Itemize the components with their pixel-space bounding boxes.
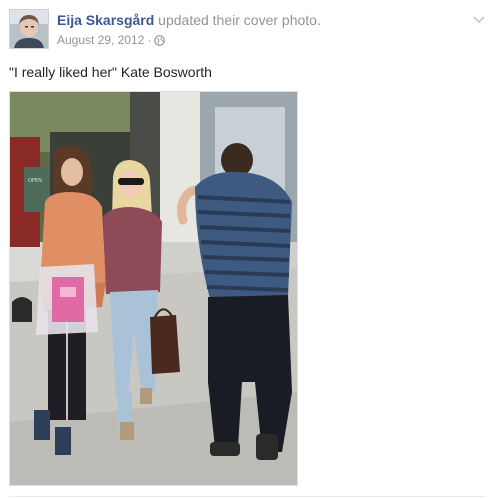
meta-separator: ·	[147, 33, 152, 47]
post-divider	[9, 496, 485, 497]
store-sign: OPEN	[28, 178, 42, 184]
chevron-down-icon[interactable]	[472, 12, 486, 24]
author-avatar[interactable]	[9, 9, 49, 49]
post-header-line: Eija Skarsgård updated their cover photo…	[57, 11, 321, 29]
author-name-link[interactable]: Eija Skarsgård	[57, 12, 154, 28]
post-meta: August 29, 2012 ·	[57, 32, 166, 50]
post-message: "I really liked her" Kate Bosworth	[9, 64, 212, 80]
cover-photo-image: OPEN	[10, 92, 297, 485]
feed-post: Eija Skarsgård updated their cover photo…	[0, 0, 493, 499]
post-action-text: updated their cover photo.	[158, 12, 321, 28]
post-timestamp-link[interactable]: August 29, 2012	[57, 33, 144, 47]
cover-photo[interactable]: OPEN	[9, 91, 298, 486]
avatar-image	[10, 10, 48, 48]
globe-icon[interactable]	[154, 34, 166, 50]
